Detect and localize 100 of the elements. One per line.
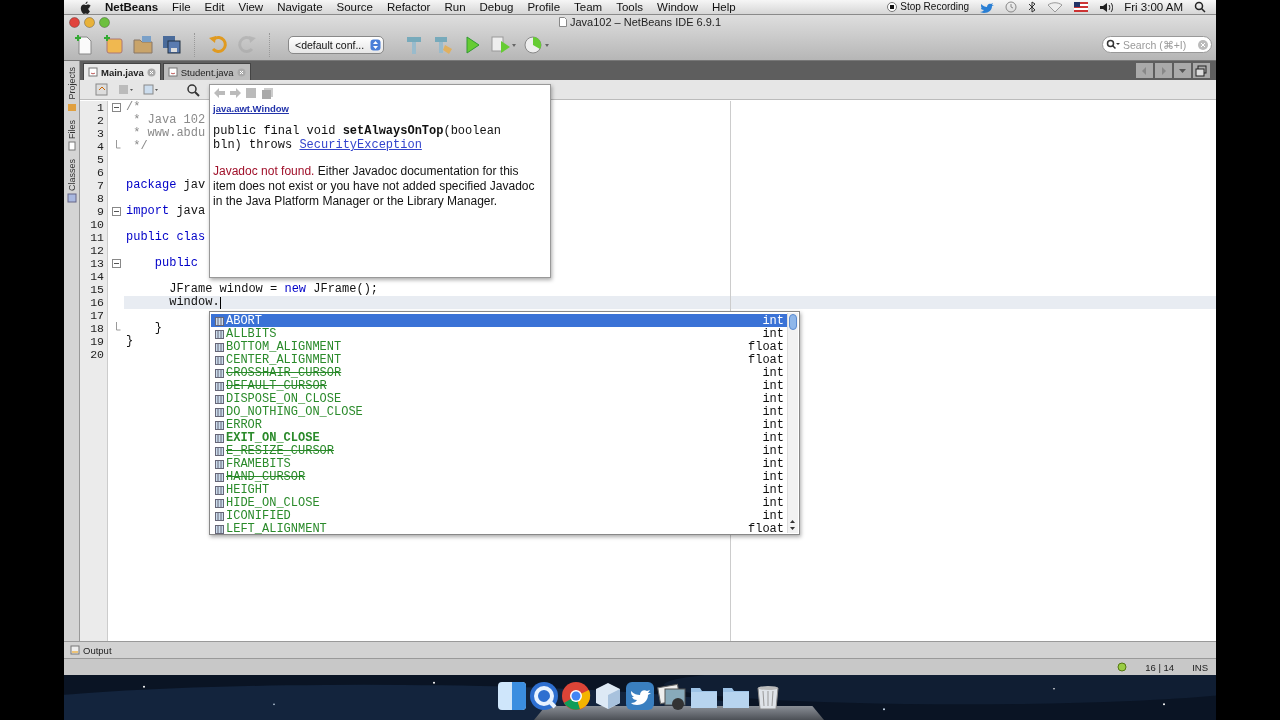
field-icon <box>215 328 224 339</box>
field-icon <box>215 471 224 482</box>
code-line: } <box>126 335 134 348</box>
side-panel-tab[interactable]: Projects <box>66 67 77 100</box>
completion-item[interactable]: E_RESIZE_CURSOR int <box>211 444 787 457</box>
menu-item[interactable]: Edit <box>204 0 225 14</box>
field-icon <box>215 497 224 508</box>
menu-item[interactable]: Tools <box>616 0 644 14</box>
app-menu[interactable]: NetBeans <box>105 0 159 14</box>
side-panel-tab[interactable]: Classes <box>66 158 77 191</box>
stop-recording-button[interactable]: Stop Recording <box>887 0 970 14</box>
completion-item[interactable]: HIDE_ON_CLOSE int <box>211 496 787 509</box>
line-number: 14 <box>89 270 105 283</box>
volume-icon[interactable] <box>1099 1 1114 13</box>
line-number: 3 <box>96 127 105 140</box>
file-icon <box>66 140 77 151</box>
completion-item[interactable]: ABORT int <box>211 314 787 327</box>
forward-arrow-icon[interactable] <box>229 87 242 99</box>
completion-item[interactable]: ALLBITS int <box>211 327 787 340</box>
status-icon <box>1117 662 1128 672</box>
exception-link[interactable]: SecurityException <box>299 138 422 152</box>
output-tab[interactable]: Output <box>83 644 112 656</box>
completion-item[interactable]: ERROR int <box>211 418 787 431</box>
line-number: 9 <box>96 205 105 218</box>
dropdown-icon[interactable] <box>1174 63 1191 78</box>
menu-item[interactable]: Navigate <box>277 0 323 14</box>
menu-item[interactable]: Debug <box>479 0 514 14</box>
restore-window-icon[interactable] <box>1193 63 1210 78</box>
scrollbar[interactable] <box>787 313 798 533</box>
tricolor-circle-icon[interactable] <box>560 680 592 712</box>
class-link[interactable]: java.awt.Window <box>213 103 289 114</box>
clear-icon[interactable] <box>1198 39 1208 50</box>
field-icon <box>215 419 224 430</box>
menu-item[interactable]: Source <box>336 0 373 14</box>
completion-item[interactable]: DO_NOTHING_ON_CLOSE int <box>211 405 787 418</box>
close-button[interactable] <box>69 16 80 28</box>
completion-item[interactable]: HAND_CURSOR int <box>211 470 787 483</box>
configuration-dropdown[interactable]: <default conf... <box>288 35 385 54</box>
code-line: } <box>153 322 162 335</box>
new-project-icon[interactable] <box>102 32 126 57</box>
line-number: 4 <box>96 140 105 153</box>
menu-item[interactable]: Refactor <box>386 0 431 14</box>
clock-icon[interactable] <box>1005 1 1018 13</box>
bluetooth-icon[interactable] <box>1028 1 1037 13</box>
completion-item[interactable]: FRAMEBITS int <box>211 457 787 470</box>
apple-icon[interactable] <box>80 0 91 14</box>
editor-tab[interactable]: Main.java <box>83 63 161 80</box>
fold-toggle-icon[interactable] <box>111 207 121 216</box>
close-icon[interactable] <box>236 67 246 77</box>
completion-item[interactable]: EXIT_ON_CLOSE int <box>211 431 787 444</box>
line-number: 8 <box>96 192 105 205</box>
minimize-button[interactable] <box>84 16 95 28</box>
completion-item[interactable]: BOTTOM_ALIGNMENT float <box>211 340 787 353</box>
close-icon[interactable] <box>146 67 156 77</box>
flag-icon[interactable] <box>1074 2 1089 12</box>
line-number: 13 <box>89 257 105 270</box>
menu-item[interactable]: Help <box>711 0 736 14</box>
completion-item[interactable]: CENTER_ALIGNMENT float <box>211 353 787 366</box>
field-icon <box>215 510 224 521</box>
bird-icon[interactable] <box>624 680 656 712</box>
fold-toggle-icon[interactable] <box>111 103 121 112</box>
text-cursor <box>219 296 221 309</box>
scroll-up-icon[interactable] <box>788 517 797 525</box>
split-square-icon[interactable] <box>496 680 528 712</box>
search-field[interactable]: Search (⌘+I) <box>1102 36 1212 53</box>
page-icon[interactable] <box>245 87 258 99</box>
completion-item[interactable]: DEFAULT_CURSOR int <box>211 379 787 392</box>
search-icon[interactable] <box>1194 1 1206 13</box>
menu-item[interactable]: Team <box>574 0 603 14</box>
side-panel-tab[interactable]: Files <box>66 119 77 139</box>
menu-item[interactable]: View <box>238 0 264 14</box>
menu-item[interactable]: Window <box>657 0 698 14</box>
zoom-button[interactable] <box>99 16 110 28</box>
code-line: * www.abdu <box>132 127 206 140</box>
search-icon[interactable] <box>185 82 200 97</box>
ring-icon[interactable] <box>528 680 560 712</box>
wifi-icon[interactable] <box>1047 1 1064 13</box>
completion-item[interactable]: HEIGHT int <box>211 483 787 496</box>
fold-toggle-icon[interactable] <box>111 259 121 268</box>
code-line: */ <box>132 140 148 153</box>
pages-icon[interactable] <box>261 87 274 99</box>
scroll-down-icon[interactable] <box>788 525 797 533</box>
stepper-icon <box>370 38 382 51</box>
clock[interactable]: Fri 3:00 AM <box>1124 0 1183 14</box>
editor-tab[interactable]: Student.java <box>162 63 251 80</box>
window-title: Java102 – NetBeans IDE 6.9.1 <box>569 16 721 28</box>
completion-item[interactable]: CROSSHAIR_CURSOR int <box>211 366 787 379</box>
line-number: 19 <box>89 335 105 348</box>
line-number: 7 <box>96 179 105 192</box>
menu-item[interactable]: Profile <box>527 0 561 14</box>
line-number: 1 <box>96 101 105 114</box>
scroll-thumb[interactable] <box>789 314 797 330</box>
menu-item[interactable]: Run <box>444 0 466 14</box>
menu-item[interactable]: File <box>172 0 191 14</box>
completion-item[interactable]: ICONIFIED int <box>211 509 787 522</box>
completion-item[interactable]: LEFT_ALIGNMENT float <box>211 522 787 535</box>
back-arrow-icon[interactable] <box>213 87 226 99</box>
field-icon <box>215 367 224 378</box>
field-icon <box>215 315 224 326</box>
completion-item[interactable]: DISPOSE_ON_CLOSE int <box>211 392 787 405</box>
